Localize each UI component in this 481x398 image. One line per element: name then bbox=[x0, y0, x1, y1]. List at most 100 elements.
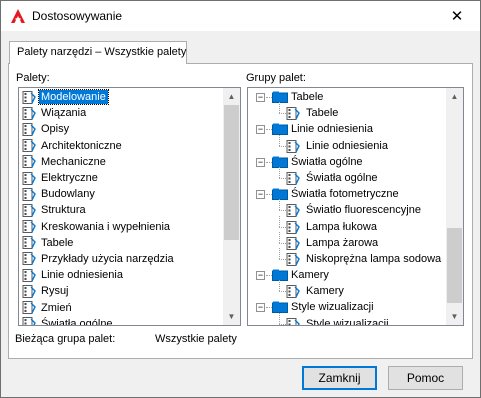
group-item-label: Lampa łukowa bbox=[306, 220, 377, 233]
customize-dialog: Dostosowywanie ✕ Palety narzędzi – Wszys… bbox=[0, 0, 481, 398]
palette-item-label: Linie odniesienia bbox=[41, 269, 123, 282]
palette-item-label: Mechaniczne bbox=[41, 155, 106, 168]
tool-palette-icon bbox=[22, 90, 36, 104]
palette-item-label: Opisy bbox=[41, 123, 70, 136]
palette-item-label: Modelowanie bbox=[38, 89, 109, 106]
palette-group-icon bbox=[272, 269, 288, 282]
palette-item-label: Kreskowania i wypełnienia bbox=[41, 220, 171, 233]
palette-list-item[interactable]: Architektoniczne bbox=[20, 138, 176, 154]
collapse-icon[interactable]: − bbox=[256, 303, 265, 313]
palette-item-label: Tabele bbox=[41, 236, 74, 249]
palette-list-item[interactable]: Zmień bbox=[20, 299, 176, 315]
close-button[interactable]: Zamknij bbox=[302, 366, 377, 390]
close-button-label: Zamknij bbox=[318, 371, 361, 385]
tool-palette-icon bbox=[22, 155, 36, 169]
palette-list-item[interactable]: Rysuj bbox=[20, 283, 176, 299]
group-label: Tabele bbox=[291, 91, 324, 103]
autocad-logo-icon bbox=[11, 9, 25, 23]
collapse-icon[interactable]: − bbox=[256, 190, 265, 200]
collapse-icon[interactable]: − bbox=[256, 93, 265, 102]
palette-list-item[interactable]: Kreskowania i wypełnienia bbox=[20, 219, 176, 235]
scroll-up-arrow-icon[interactable]: ▲ bbox=[446, 88, 463, 105]
scroll-down-arrow-icon[interactable]: ▼ bbox=[223, 308, 240, 325]
scroll-thumb[interactable] bbox=[447, 228, 462, 303]
palettes-label: Palety: bbox=[16, 72, 50, 84]
palette-list-item[interactable]: Wiązania bbox=[20, 105, 176, 121]
groups-scrollbar[interactable]: ▲ ▼ bbox=[446, 88, 463, 325]
palette-list-item[interactable]: Mechaniczne bbox=[20, 154, 176, 170]
current-group-label: Bieżąca grupa palet: bbox=[15, 333, 116, 345]
scroll-down-arrow-icon[interactable]: ▼ bbox=[446, 308, 463, 325]
palettes-items: Modelowanie Wiązania Opisy Architektoniczne… bbox=[20, 89, 176, 325]
palette-item-label: Zmień bbox=[41, 301, 72, 314]
palette-groups-tree[interactable]: − Tabele Tabele − Linie odniesienia Linie odn… bbox=[247, 87, 464, 326]
tool-palette-icon bbox=[22, 317, 36, 325]
help-button[interactable]: Pomoc bbox=[388, 366, 463, 390]
tool-palette-icon bbox=[286, 285, 300, 299]
palette-list-item[interactable]: Opisy bbox=[20, 121, 176, 137]
palettes-list[interactable]: Modelowanie Wiązania Opisy Architektoniczne… bbox=[18, 87, 241, 326]
tool-palette-icon bbox=[22, 187, 36, 201]
palette-groups-label: Grupy palet: bbox=[246, 72, 306, 84]
palette-group-icon bbox=[272, 188, 288, 201]
palette-list-item[interactable]: Modelowanie bbox=[20, 89, 176, 106]
palette-list-item[interactable]: Linie odniesienia bbox=[20, 267, 176, 283]
tool-palette-icon bbox=[22, 220, 36, 234]
group-label: Kamery bbox=[291, 269, 329, 282]
collapse-icon[interactable]: − bbox=[256, 157, 265, 167]
scroll-up-arrow-icon[interactable]: ▲ bbox=[223, 88, 240, 105]
current-group-value: Wszystkie palety bbox=[155, 333, 237, 345]
tab-panel: Palety: Grupy palet: Modelowanie Wiązania… bbox=[8, 63, 473, 359]
palette-list-item[interactable]: Tabele bbox=[20, 235, 176, 251]
group-item-label: Niskoprężna lampa sodowa bbox=[306, 252, 442, 265]
tab-tool-palettes[interactable]: Palety narzędzi – Wszystkie palety bbox=[9, 41, 187, 64]
window-title: Dostosowywanie bbox=[32, 9, 123, 23]
tool-palette-icon bbox=[286, 204, 300, 218]
group-item-label: Linie odniesienia bbox=[306, 139, 388, 152]
help-button-label: Pomoc bbox=[406, 371, 445, 385]
palette-item-label: Budowlany bbox=[41, 188, 95, 201]
tool-palette-icon bbox=[22, 106, 36, 120]
title-bar: Dostosowywanie ✕ bbox=[1, 1, 480, 31]
palette-group-icon bbox=[272, 91, 288, 103]
group-label: Światła ogólne bbox=[291, 155, 363, 168]
palette-list-item[interactable]: Struktura bbox=[20, 202, 176, 218]
palette-list-item[interactable]: Światła ogólne bbox=[20, 316, 176, 325]
tool-palette-icon bbox=[22, 122, 36, 136]
tree-connector bbox=[279, 199, 280, 211]
collapse-icon[interactable]: − bbox=[256, 125, 265, 135]
palette-group-icon bbox=[272, 123, 288, 136]
scroll-thumb[interactable] bbox=[224, 105, 239, 240]
tree-connector bbox=[279, 134, 280, 146]
palettes-scrollbar[interactable]: ▲ ▼ bbox=[223, 88, 240, 325]
palette-item-label: Wiązania bbox=[41, 107, 87, 120]
tool-palette-icon bbox=[286, 220, 300, 234]
group-item-label: Tabele bbox=[306, 107, 339, 120]
palette-group-icon bbox=[272, 156, 288, 168]
group-label: Linie odniesienia bbox=[291, 123, 373, 136]
tool-palette-icon bbox=[22, 284, 36, 298]
tool-palette-icon bbox=[286, 317, 300, 325]
palette-group-icon bbox=[272, 301, 288, 314]
group-label: Światła fotometryczne bbox=[291, 188, 399, 201]
tool-palette-icon bbox=[286, 171, 300, 185]
tree-connector bbox=[279, 280, 280, 292]
tool-palette-icon bbox=[22, 236, 36, 250]
tab-label: Palety narzędzi – Wszystkie palety bbox=[17, 46, 187, 58]
tool-palette-icon bbox=[22, 301, 36, 315]
collapse-icon[interactable]: − bbox=[256, 271, 265, 281]
close-window-button[interactable]: ✕ bbox=[434, 1, 480, 31]
tree-connector bbox=[279, 166, 280, 178]
palette-list-item[interactable]: Budowlany bbox=[20, 186, 176, 202]
tool-palette-icon bbox=[286, 252, 300, 266]
tool-palette-icon bbox=[22, 268, 36, 282]
tool-palette-icon bbox=[22, 203, 36, 217]
group-item-label: Światła ogólne bbox=[306, 171, 378, 184]
palette-item-label: Architektoniczne bbox=[41, 139, 122, 152]
palette-list-item[interactable]: Przykłady użycia narzędzia bbox=[20, 251, 176, 267]
tree-connector bbox=[279, 312, 280, 324]
group-item-label: Światło fluorescencyjne bbox=[306, 204, 421, 217]
palette-list-item[interactable]: Elektryczne bbox=[20, 170, 176, 186]
tool-palette-icon bbox=[286, 139, 300, 153]
tree-connector bbox=[279, 102, 280, 114]
